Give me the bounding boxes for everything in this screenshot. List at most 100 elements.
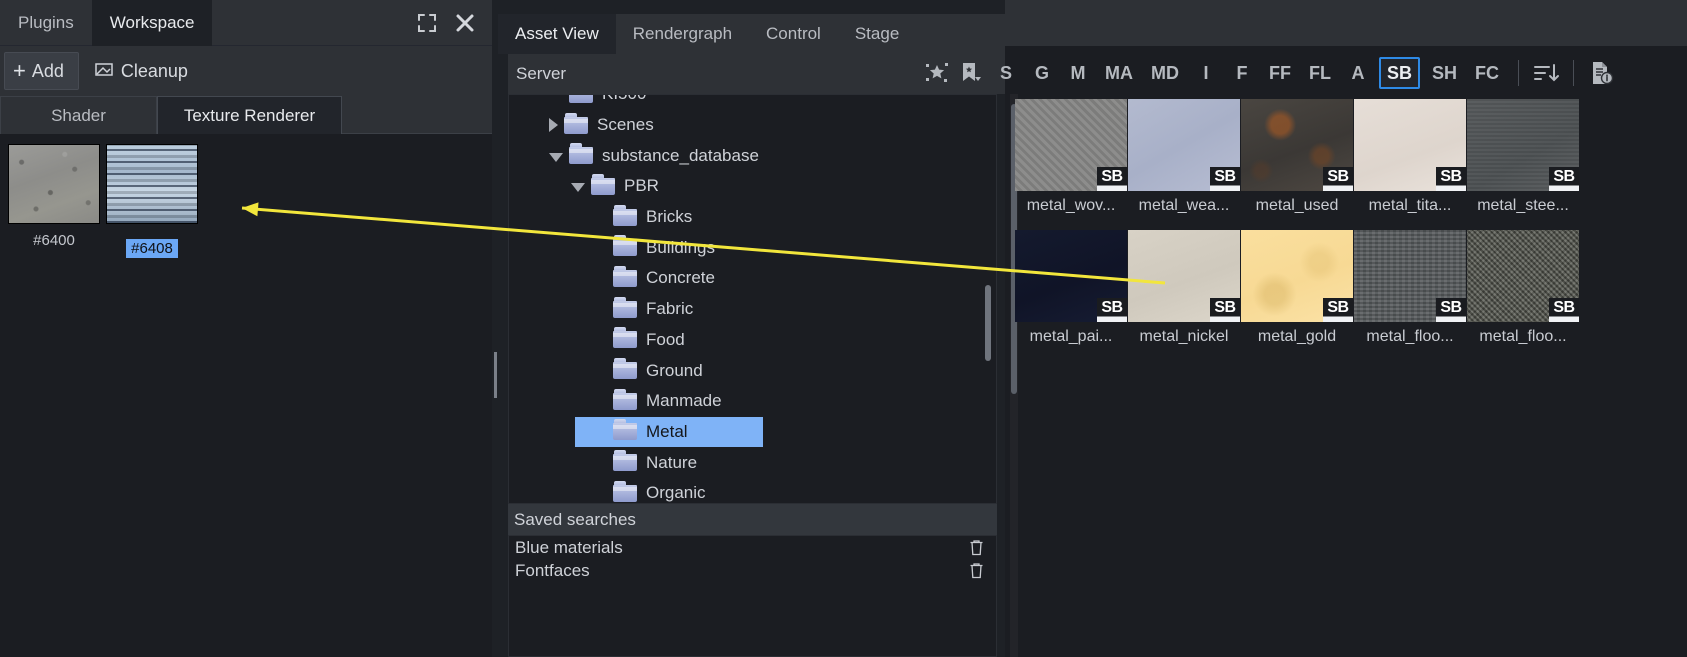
tree-item-label: Organic — [646, 483, 706, 503]
asset-cell[interactable]: SBmetal_floo... — [1467, 230, 1579, 346]
trash-icon[interactable] — [969, 562, 984, 579]
cleanup-button[interactable]: Cleanup — [85, 52, 198, 90]
asset-label: metal_wov... — [1015, 197, 1127, 215]
tree-item-scenes[interactable]: Scenes — [509, 110, 996, 141]
add-button-label: Add — [32, 61, 64, 82]
filter-tag-ma[interactable]: MA — [1099, 57, 1139, 89]
tree-item-concrete[interactable]: Concrete — [509, 263, 996, 294]
asset-label: metal_used — [1241, 197, 1353, 215]
subtab-texture-renderer[interactable]: Texture Renderer — [157, 96, 342, 134]
caret-spacer — [593, 271, 607, 285]
tree-item-substance-database[interactable]: substance_database — [509, 140, 996, 171]
caret-spacer — [549, 94, 563, 101]
tree-item-label: PBR — [624, 176, 659, 196]
tree-item-manmade[interactable]: Manmade — [509, 386, 996, 417]
texture-renderer-canvas[interactable]: #6400 #6408 — [0, 134, 492, 657]
star-burst-icon[interactable] — [920, 56, 954, 90]
caret-spacer — [593, 241, 607, 255]
chevron-down-icon[interactable] — [549, 153, 563, 162]
tree-item-ground[interactable]: Ground — [509, 355, 996, 386]
tree-item-bricks[interactable]: Bricks — [509, 202, 996, 233]
filter-tag-g[interactable]: G — [1027, 57, 1057, 89]
saved-searches-header: Saved searches — [508, 504, 997, 535]
filter-tag-md[interactable]: MD — [1145, 57, 1185, 89]
tree-item-pbr[interactable]: PBR — [509, 171, 996, 202]
add-button[interactable]: + Add — [4, 52, 79, 90]
asset-cell[interactable]: SB metal_pai... — [1015, 230, 1127, 346]
tree-item-nature[interactable]: Nature — [509, 447, 996, 478]
asset-cell[interactable]: SB metal_gold — [1241, 230, 1353, 346]
substance-badge: SB — [1210, 298, 1240, 322]
thumbnail-label: #6408 — [126, 239, 178, 258]
tree-item-food[interactable]: Food — [509, 325, 996, 356]
asset-folder-tree[interactable]: KI500Scenes substance_database PBR BricksBu… — [508, 94, 997, 504]
tree-item-buildings[interactable]: Buildings — [509, 232, 996, 263]
filter-tag-fl[interactable]: FL — [1303, 57, 1337, 89]
filter-tag-sh[interactable]: SH — [1426, 57, 1463, 89]
filter-tag-s[interactable]: S — [991, 57, 1021, 89]
chevron-down-icon[interactable] — [571, 183, 585, 192]
asset-cell[interactable]: SBmetal_tita... — [1354, 99, 1466, 215]
folder-icon — [564, 117, 588, 134]
splitter-grip[interactable] — [494, 352, 497, 398]
asset-cell[interactable]: SBmetal_floo... — [1354, 230, 1466, 346]
right-panel-topbar — [1005, 0, 1687, 46]
window-controls — [416, 0, 484, 46]
tab-rendergraph[interactable]: Rendergraph — [616, 14, 749, 54]
filter-tag-a[interactable]: A — [1343, 57, 1373, 89]
tree-item-organic[interactable]: Organic — [509, 478, 996, 504]
tree-scrollbar[interactable] — [985, 285, 991, 361]
thumbnail-label: #6400 — [8, 232, 100, 249]
saved-search-row[interactable]: Blue materials — [509, 536, 996, 559]
saved-searches-list[interactable]: Blue materials Fontfaces — [508, 535, 997, 657]
asset-cell[interactable]: SBmetal_wov... — [1015, 99, 1127, 215]
chevron-right-icon[interactable] — [549, 118, 558, 132]
thumbnail-item[interactable]: #6400 — [8, 144, 100, 249]
tab-workspace[interactable]: Workspace — [92, 0, 213, 46]
asset-label: metal_pai... — [1015, 328, 1127, 346]
tab-asset-view[interactable]: Asset View — [498, 14, 616, 54]
tab-control[interactable]: Control — [749, 14, 838, 54]
tree-item-label: Ground — [646, 361, 703, 381]
asset-cell[interactable]: SB metal_nickel — [1128, 230, 1240, 346]
folder-icon — [569, 147, 593, 164]
asset-thumbnail-grid[interactable]: SBmetal_wov...SBmetal_wea...SBmetal_used… — [1005, 94, 1687, 657]
asset-cell[interactable]: SBmetal_wea... — [1128, 99, 1240, 215]
expand-icon[interactable] — [416, 12, 438, 34]
substance-badge: SB — [1323, 298, 1353, 322]
thumbnail-preview — [106, 144, 198, 224]
tree-item-label: substance_database — [602, 146, 759, 166]
saved-search-row[interactable]: Fontfaces — [509, 559, 996, 582]
document-info-icon[interactable] — [1584, 56, 1618, 90]
tree-item-metal[interactable]: Metal — [575, 417, 763, 448]
filter-tag-i[interactable]: I — [1191, 57, 1221, 89]
bookmark-dropdown-icon[interactable] — [954, 56, 988, 90]
filter-tag-sb[interactable]: SB — [1379, 57, 1420, 89]
caret-spacer — [593, 456, 607, 470]
filter-tag-f[interactable]: F — [1227, 57, 1257, 89]
tree-item-fabric[interactable]: Fabric — [509, 294, 996, 325]
tab-plugins[interactable]: Plugins — [0, 0, 92, 46]
trash-icon[interactable] — [969, 539, 984, 556]
asset-cell[interactable]: SBmetal_stee... — [1467, 99, 1579, 215]
close-icon[interactable] — [454, 12, 476, 34]
caret-spacer — [593, 364, 607, 378]
tree-item-ki500[interactable]: KI500 — [509, 94, 996, 110]
filter-tag-m[interactable]: M — [1063, 57, 1093, 89]
source-label: Server — [508, 64, 566, 84]
asset-label: metal_gold — [1241, 328, 1353, 346]
folder-icon — [613, 301, 637, 318]
substance-badge: SB — [1549, 298, 1579, 322]
thumbnail-item[interactable]: #6408 — [106, 144, 198, 258]
subtab-shader[interactable]: Shader — [0, 96, 157, 134]
filter-tag-ff[interactable]: FF — [1263, 57, 1297, 89]
thumbnail-label-wrap: #6408 — [106, 231, 198, 258]
asset-thumbnail: SB — [1467, 230, 1579, 322]
tab-stage[interactable]: Stage — [838, 14, 916, 54]
filter-tag-fc[interactable]: FC — [1469, 57, 1505, 89]
folder-icon — [613, 270, 637, 287]
asset-cell[interactable]: SBmetal_used — [1241, 99, 1353, 215]
sort-descending-icon[interactable] — [1529, 56, 1563, 90]
asset-label: metal_nickel — [1128, 328, 1240, 346]
asset-thumbnail: SB — [1015, 230, 1127, 322]
